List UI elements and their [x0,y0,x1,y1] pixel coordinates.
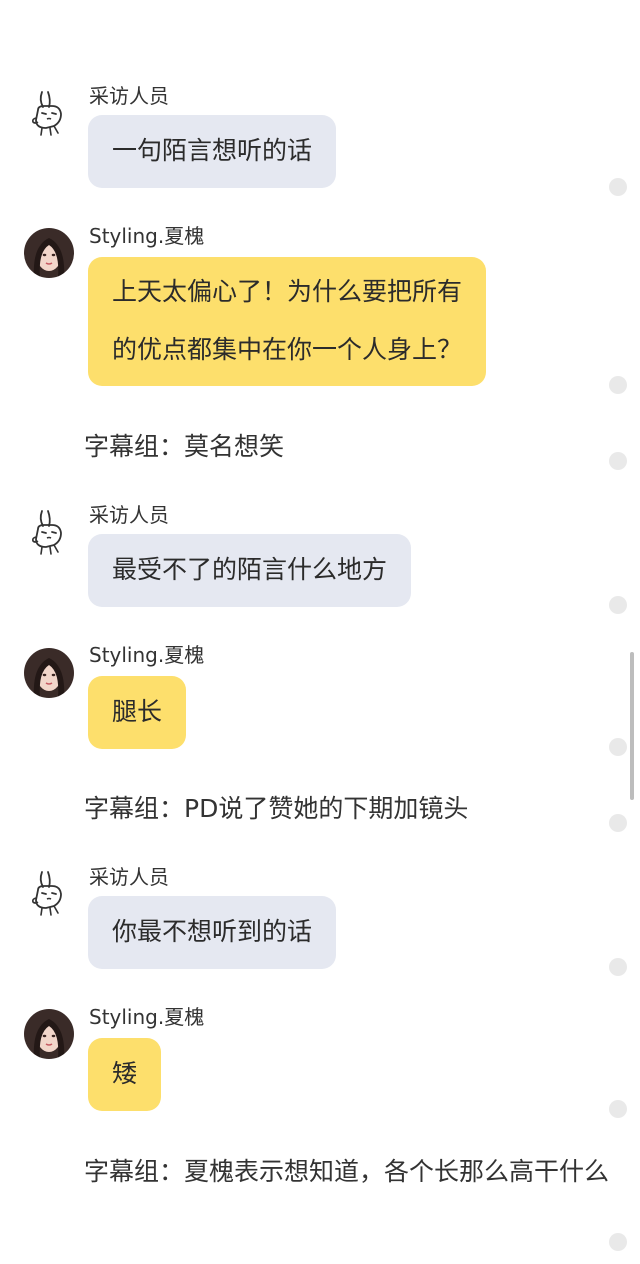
styling-avatar[interactable] [24,1009,74,1059]
scrollbar-thumb[interactable] [630,652,634,800]
rabbit-doodle-icon [24,507,74,557]
styling-avatar[interactable] [24,648,74,698]
rabbit-doodle-icon [24,868,74,918]
interviewer-avatar[interactable] [24,868,74,918]
message-bubble[interactable]: 一句陌言想听的话 [88,115,337,188]
profile-photo [24,1009,74,1059]
sender-name: 采访人员 [89,503,169,527]
interviewer-avatar[interactable] [24,507,74,557]
rabbit-doodle-icon [24,88,74,138]
interviewer-avatar[interactable] [24,88,74,138]
caption-text: 字幕组：莫名想笑 [84,432,285,461]
read-dot [609,738,627,756]
caption-text: 字幕组：夏槐表示想知道，各个长那么高干什么 [84,1157,610,1186]
message-bubble[interactable]: 最受不了的陌言什么地方 [88,534,412,607]
read-dot [609,596,627,614]
message-bubble[interactable]: 腿长 [88,676,187,749]
message-bubble[interactable]: 上天太偏心了！为什么要把所有 的优点都集中在你一个人身上？ [88,257,487,386]
read-dot [609,178,627,196]
read-dot [609,376,627,394]
message-bubble[interactable]: 你最不想听到的话 [88,896,337,969]
read-dot [609,1233,627,1251]
sender-name: 采访人员 [89,84,169,108]
profile-photo [24,648,74,698]
message-line: 上天太偏心了！为什么要把所有 [112,277,463,306]
sender-name: 采访人员 [89,865,169,889]
chat-thread[interactable]: 采访人员 一句陌言想听的话 Styling.夏槐 上天太偏心了！为什么要把所有 … [0,0,640,1264]
read-dot [609,452,627,470]
sender-name: Styling.夏槐 [89,224,205,248]
caption-text: 字幕组：PD说了赞她的下期加镜头 [84,794,469,823]
message-line: 的优点都集中在你一个人身上？ [112,335,463,364]
sender-name: Styling.夏槐 [89,1005,205,1029]
profile-photo [24,228,74,278]
read-dot [609,814,627,832]
read-dot [609,1100,627,1118]
read-dot [609,958,627,976]
sender-name: Styling.夏槐 [89,643,205,667]
styling-avatar[interactable] [24,228,74,278]
message-bubble[interactable]: 矮 [88,1038,162,1111]
